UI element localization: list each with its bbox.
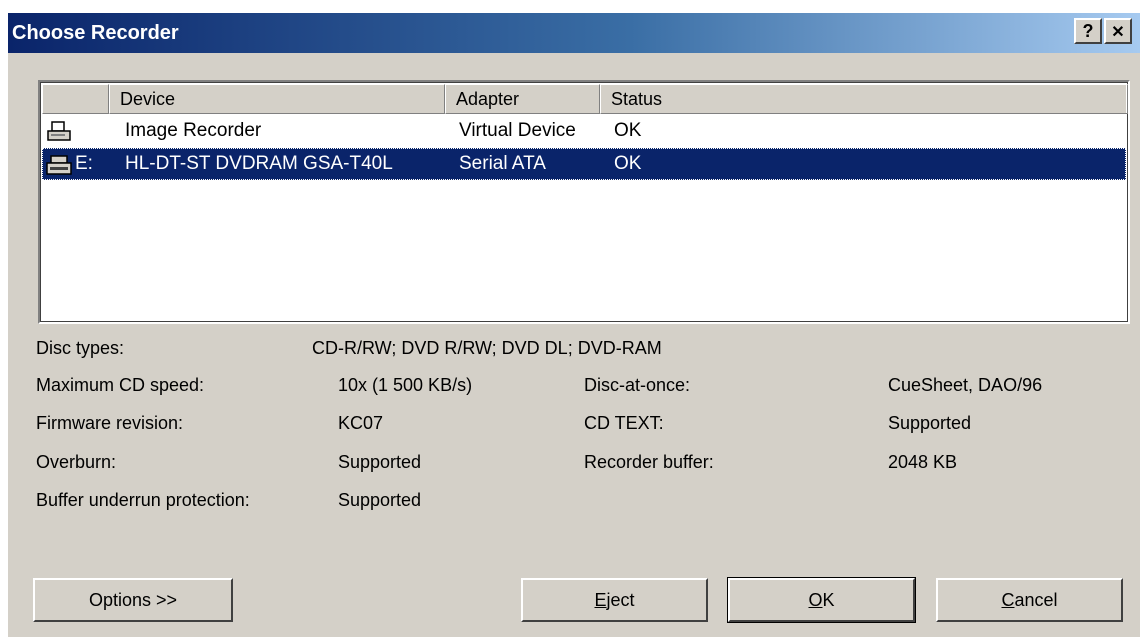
column-header-adapter[interactable]: Adapter <box>445 84 600 114</box>
column-header-icon[interactable] <box>42 84 109 114</box>
options-button[interactable]: Options >> <box>33 578 233 622</box>
overburn-value: Supported <box>338 452 422 472</box>
max-cd-speed-label: Maximum CD speed: <box>36 375 205 395</box>
recorder-buffer-value: 2048 KB <box>888 452 958 472</box>
device-name: HL-DT-ST DVDRAM GSA-T40L <box>125 153 393 174</box>
cancel-mnemonic: C <box>1001 590 1015 610</box>
recorder-list[interactable]: Device Adapter Status Image Recorder Vir… <box>38 80 1130 324</box>
buffer-underrun-label: Buffer underrun protection: <box>36 490 250 510</box>
firmware-value: KC07 <box>338 413 384 433</box>
eject-label: ject <box>606 590 635 610</box>
adapter-name: Serial ATA <box>459 153 546 174</box>
help-button[interactable]: ? <box>1074 18 1102 44</box>
dao-value: CueSheet, DAO/96 <box>888 375 1043 395</box>
cancel-button[interactable]: Cancel <box>936 578 1123 622</box>
status-value: OK <box>614 120 642 141</box>
eject-mnemonic: E <box>594 590 607 610</box>
cdtext-label: CD TEXT: <box>584 413 664 433</box>
dao-label: Disc-at-once: <box>584 375 691 395</box>
title-bar[interactable]: Choose Recorder ? ✕ <box>8 13 1140 53</box>
column-header-status[interactable]: Status <box>600 84 1128 114</box>
choose-recorder-dialog: Choose Recorder ? ✕ Device Adapter Statu… <box>7 12 1140 637</box>
printer-icon <box>47 121 71 141</box>
buffer-underrun-value: Supported <box>338 490 422 510</box>
list-item-selected[interactable]: E: HL-DT-ST DVDRAM GSA-T40L Serial ATA O… <box>42 148 1126 180</box>
cancel-label: ancel <box>1014 590 1058 610</box>
drive-letter: E: <box>75 153 93 174</box>
overburn-label: Overburn: <box>36 452 117 472</box>
list-item[interactable]: Image Recorder Virtual Device OK <box>42 115 1126 147</box>
ok-label: K <box>822 590 835 610</box>
status-value: OK <box>614 153 642 174</box>
firmware-label: Firmware revision: <box>36 413 184 433</box>
cdtext-value: Supported <box>888 413 972 433</box>
ok-mnemonic: O <box>808 590 823 610</box>
disc-types-value: CD-R/RW; DVD R/RW; DVD DL; DVD-RAM <box>312 338 662 358</box>
recorder-buffer-label: Recorder buffer: <box>584 452 714 472</box>
list-header: Device Adapter Status <box>42 84 1128 114</box>
window-title: Choose Recorder <box>12 22 179 44</box>
column-header-device[interactable]: Device <box>109 84 445 114</box>
eject-button[interactable]: Eject <box>521 578 708 622</box>
adapter-name: Virtual Device <box>459 120 576 141</box>
device-name: Image Recorder <box>125 120 262 141</box>
max-cd-speed-value: 10x (1 500 KB/s) <box>338 375 473 395</box>
drive-icon <box>46 155 72 175</box>
close-icon: ✕ <box>1111 24 1125 41</box>
ok-button[interactable]: OK <box>727 577 916 623</box>
disc-types-label: Disc types: <box>36 338 125 358</box>
close-button[interactable]: ✕ <box>1104 18 1132 44</box>
